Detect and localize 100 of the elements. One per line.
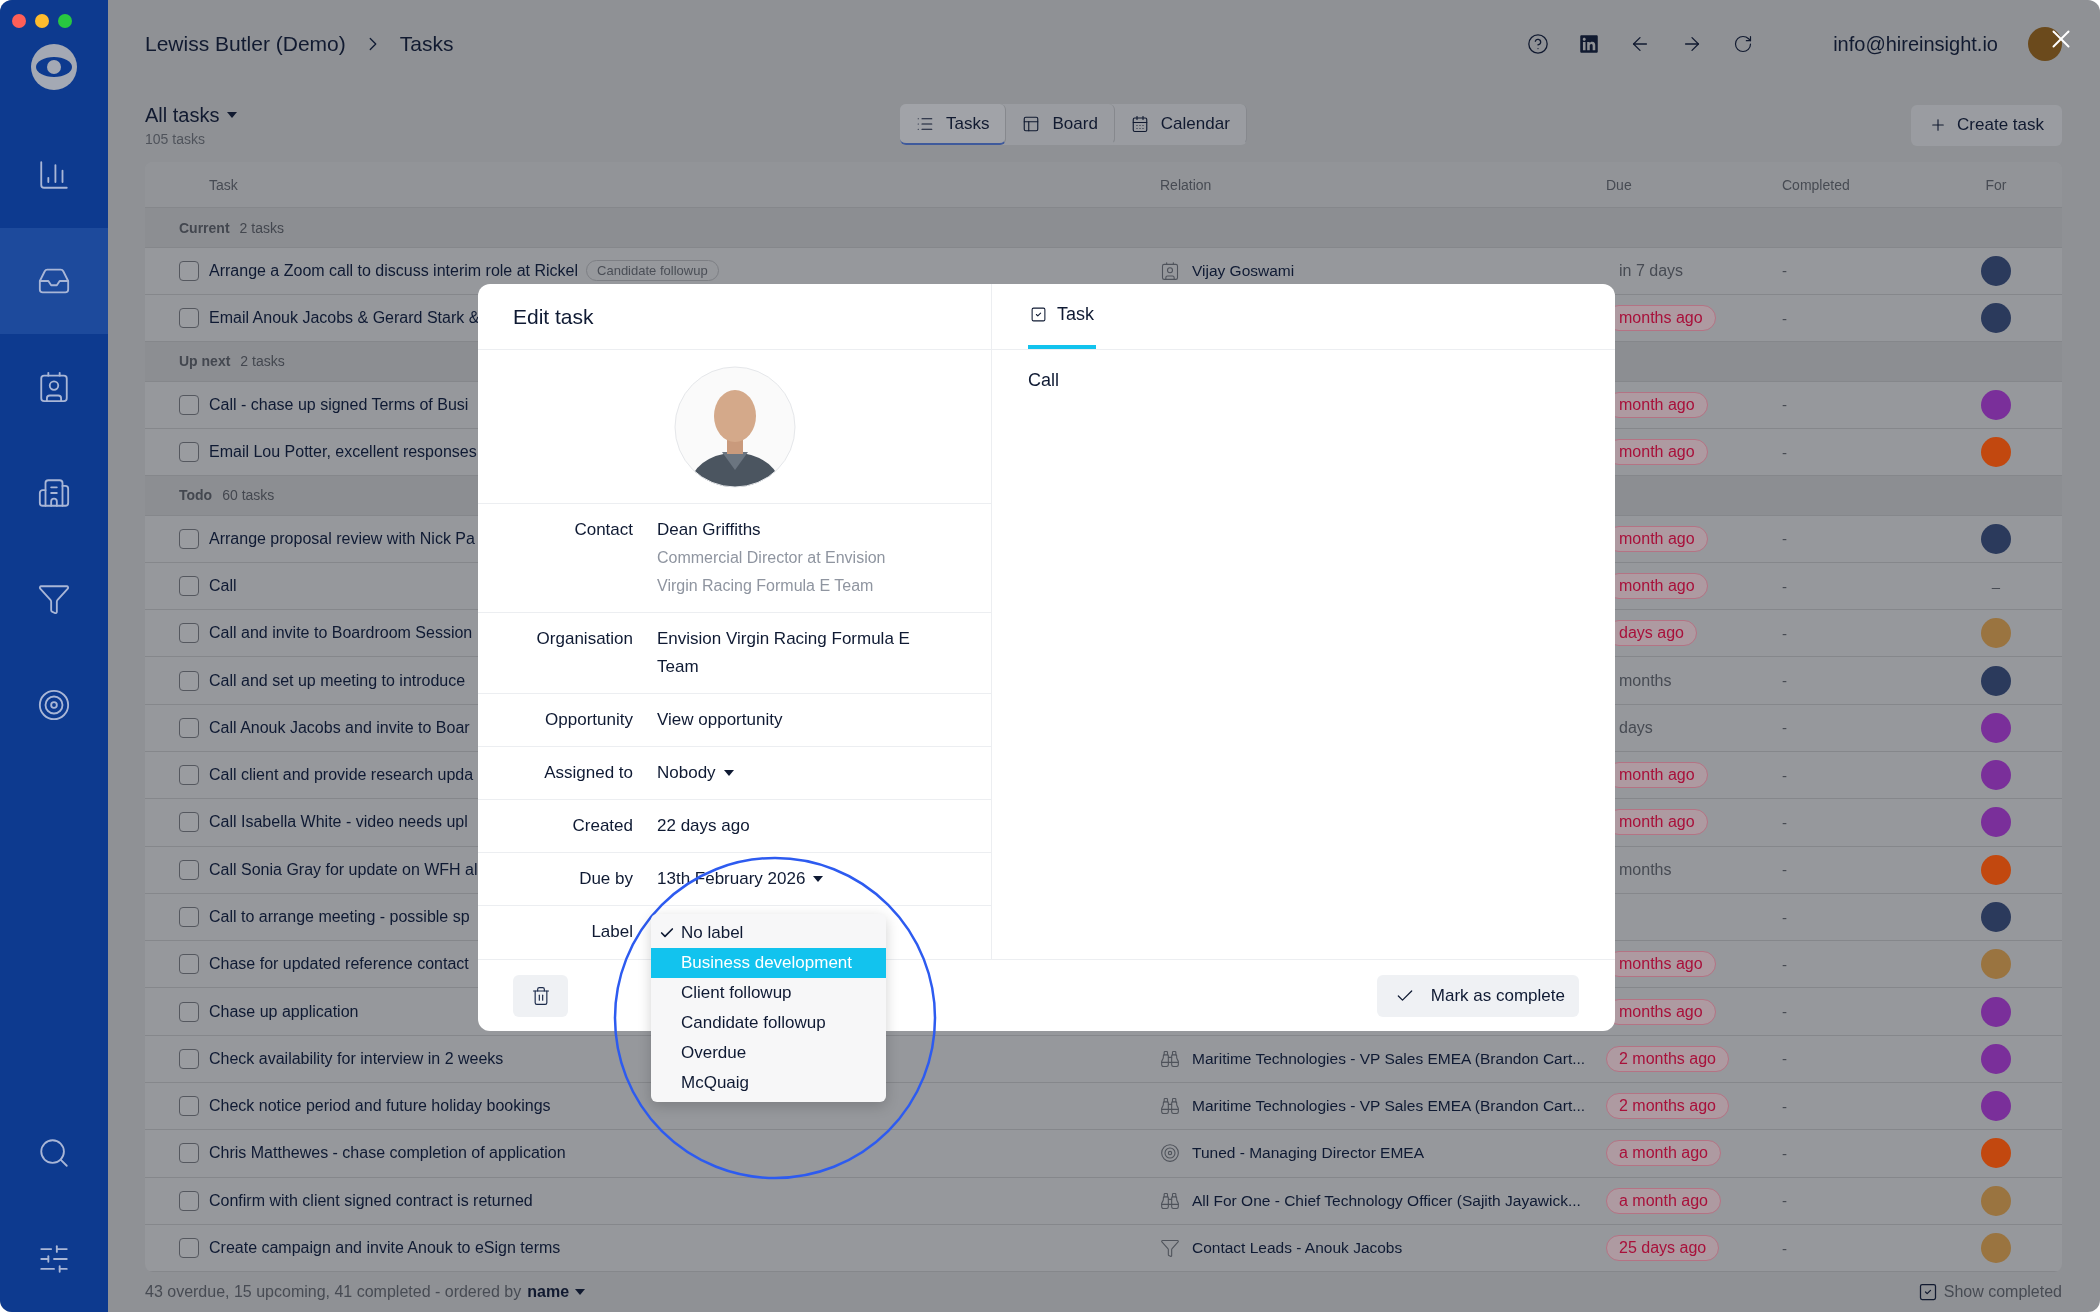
task-checkbox[interactable] xyxy=(179,954,199,975)
task-name[interactable]: Check availability for interview in 2 weeks xyxy=(209,1049,504,1068)
task-name[interactable]: Call and set up meeting to introduce xyxy=(209,671,466,690)
view-tab[interactable]: Calendar xyxy=(1114,104,1247,145)
completed-date: - xyxy=(1782,813,1788,831)
completed-date: - xyxy=(1782,443,1788,461)
relation-link[interactable]: Contact Leads - Anouk Jacobs xyxy=(1192,1239,1403,1257)
relation-link[interactable]: Maritime Technologies - VP Sales EMEA (Brandon Cart... xyxy=(1192,1049,1586,1068)
completed-date: - xyxy=(1782,955,1788,973)
create-task-button[interactable]: Create task xyxy=(1911,104,2062,146)
task-checkbox[interactable] xyxy=(179,1048,199,1069)
user-avatar[interactable] xyxy=(2028,27,2062,61)
menu-item[interactable]: Client followup xyxy=(651,978,886,1008)
view-tab[interactable]: Tasks xyxy=(900,104,1007,145)
group-name: Up next xyxy=(179,353,231,370)
task-name[interactable]: Call client and provide research upda xyxy=(209,766,474,785)
task-checkbox[interactable] xyxy=(179,907,199,928)
task-name[interactable]: Confirm with client signed contract is returned xyxy=(209,1191,533,1210)
menu-item[interactable]: No label xyxy=(651,918,886,948)
help-icon[interactable] xyxy=(1527,33,1550,55)
due-date: 2 months ago xyxy=(1606,1093,1729,1120)
task-name[interactable]: Call Isabella White - video needs upl xyxy=(209,813,468,832)
task-checkbox[interactable] xyxy=(179,670,199,691)
task-name[interactable]: Chase for updated reference contact xyxy=(209,955,469,974)
field-label: Created xyxy=(571,815,633,837)
opportunity-link[interactable]: View opportunity xyxy=(657,706,927,734)
window-minimize-button[interactable] xyxy=(35,14,49,28)
caret-icon xyxy=(813,876,824,882)
task-checkbox[interactable] xyxy=(179,394,199,415)
field-dropdown[interactable]: 13th February 2026 xyxy=(657,865,824,893)
sliders-icon xyxy=(37,1242,71,1276)
completed-date: - xyxy=(1782,766,1788,784)
task-checkbox[interactable] xyxy=(179,812,199,833)
menu-item[interactable]: Candidate followup xyxy=(651,1008,886,1038)
task-name[interactable]: Check notice period and future holiday bookings xyxy=(209,1097,551,1116)
group-name: Todo xyxy=(179,487,213,504)
task-checkbox[interactable] xyxy=(179,765,199,786)
contact-title: Commercial Director at Envision Virgin Racing Formula E Team xyxy=(657,548,887,596)
task-checkbox[interactable] xyxy=(179,1238,199,1258)
contact-card-icon xyxy=(1160,260,1180,281)
field-value: 22 days ago xyxy=(657,815,751,837)
task-checkbox[interactable] xyxy=(179,1190,199,1211)
breadcrumb-item[interactable]: Lewiss Butler (Demo) xyxy=(145,32,346,56)
due-date: days xyxy=(1618,717,1654,738)
relation-link[interactable]: Vijay Goswami xyxy=(1192,261,1295,280)
task-name[interactable]: Arrange a Zoom call to discuss interim role at Rickel xyxy=(209,261,579,280)
view-filter-dropdown[interactable]: All tasks xyxy=(145,103,238,127)
account-email[interactable]: info@hireinsight.io xyxy=(1833,32,1998,56)
relation-link[interactable]: All For One - Chief Technology Officer (Sajith Jayawick... xyxy=(1192,1191,1581,1210)
sidebar-item[interactable] xyxy=(0,228,108,334)
task-checkbox[interactable] xyxy=(179,623,199,644)
relation-link[interactable]: Tuned - Managing Director EMEA xyxy=(1192,1144,1425,1163)
task-checkbox[interactable] xyxy=(179,576,199,597)
task-name[interactable]: Call - chase up signed Terms of Busi xyxy=(209,395,469,414)
task-count: 105 tasks xyxy=(145,130,206,147)
task-name[interactable]: Chris Matthewes - chase completion of application xyxy=(209,1144,566,1163)
task-checkbox[interactable] xyxy=(179,1096,199,1117)
field-dropdown[interactable]: Nobody xyxy=(657,759,734,787)
task-name[interactable]: Call Sonia Gray for update on WFH al xyxy=(209,860,478,879)
menu-item[interactable]: Overdue xyxy=(651,1038,886,1068)
funnel-icon xyxy=(1160,1238,1180,1258)
task-name[interactable]: Call to arrange meeting - possible sp xyxy=(209,908,470,927)
menu-item[interactable]: McQuaig xyxy=(651,1068,886,1098)
completed-date: - xyxy=(1782,624,1788,642)
group-count: 2 tasks xyxy=(239,219,284,236)
relation-link[interactable]: Maritime Technologies - VP Sales EMEA (Brandon Cart... xyxy=(1192,1097,1586,1116)
field-label: Assigned to xyxy=(543,762,633,784)
task-checkbox[interactable] xyxy=(179,859,199,880)
task-name[interactable]: Call xyxy=(209,577,237,596)
task-checkbox[interactable] xyxy=(179,528,199,549)
task-checkbox[interactable] xyxy=(179,1001,199,1022)
task-checkbox[interactable] xyxy=(179,260,199,281)
task-name[interactable]: Create campaign and invite Anouk to eSign terms xyxy=(209,1239,561,1257)
dialog-tab[interactable]: Task xyxy=(1028,283,1096,349)
linkedin-icon[interactable] xyxy=(1579,34,1600,54)
task-checkbox[interactable] xyxy=(179,308,199,329)
task-name[interactable]: Call Anouk Jacobs and invite to Boar xyxy=(209,718,470,737)
window-zoom-button[interactable] xyxy=(58,14,72,28)
completed-date: - xyxy=(1782,1050,1788,1068)
view-tab[interactable]: Board xyxy=(1006,104,1115,145)
due-date: a month ago xyxy=(1606,1187,1721,1214)
task-checkbox[interactable] xyxy=(179,442,199,463)
task-name[interactable]: Call and invite to Boardroom Session xyxy=(209,624,473,643)
sort-dropdown[interactable]: name xyxy=(527,1283,586,1301)
delete-button[interactable] xyxy=(513,974,568,1017)
task-name[interactable]: Arrange proposal review with Nick Pa xyxy=(209,529,475,548)
task-name[interactable]: Chase up application xyxy=(209,1002,359,1021)
task-name[interactable]: Email Lou Potter, excellent responses xyxy=(209,443,477,462)
task-checkbox[interactable] xyxy=(179,1143,199,1164)
field-value: Dean Griffiths xyxy=(657,519,762,541)
dialog-title: Edit task xyxy=(513,304,594,329)
refresh-icon[interactable] xyxy=(1733,34,1754,54)
task-name[interactable]: Email Anouk Jacobs & Gerard Stark & xyxy=(209,309,480,328)
breadcrumb-item[interactable]: Tasks xyxy=(399,32,454,56)
binoculars-icon xyxy=(1160,1190,1180,1211)
mark-complete-button[interactable]: Mark as complete xyxy=(1376,974,1579,1017)
window-close-button[interactable] xyxy=(12,14,26,28)
completed-date: - xyxy=(1782,262,1788,280)
task-checkbox[interactable] xyxy=(179,717,199,738)
due-date: 2 months ago xyxy=(1606,1045,1729,1072)
